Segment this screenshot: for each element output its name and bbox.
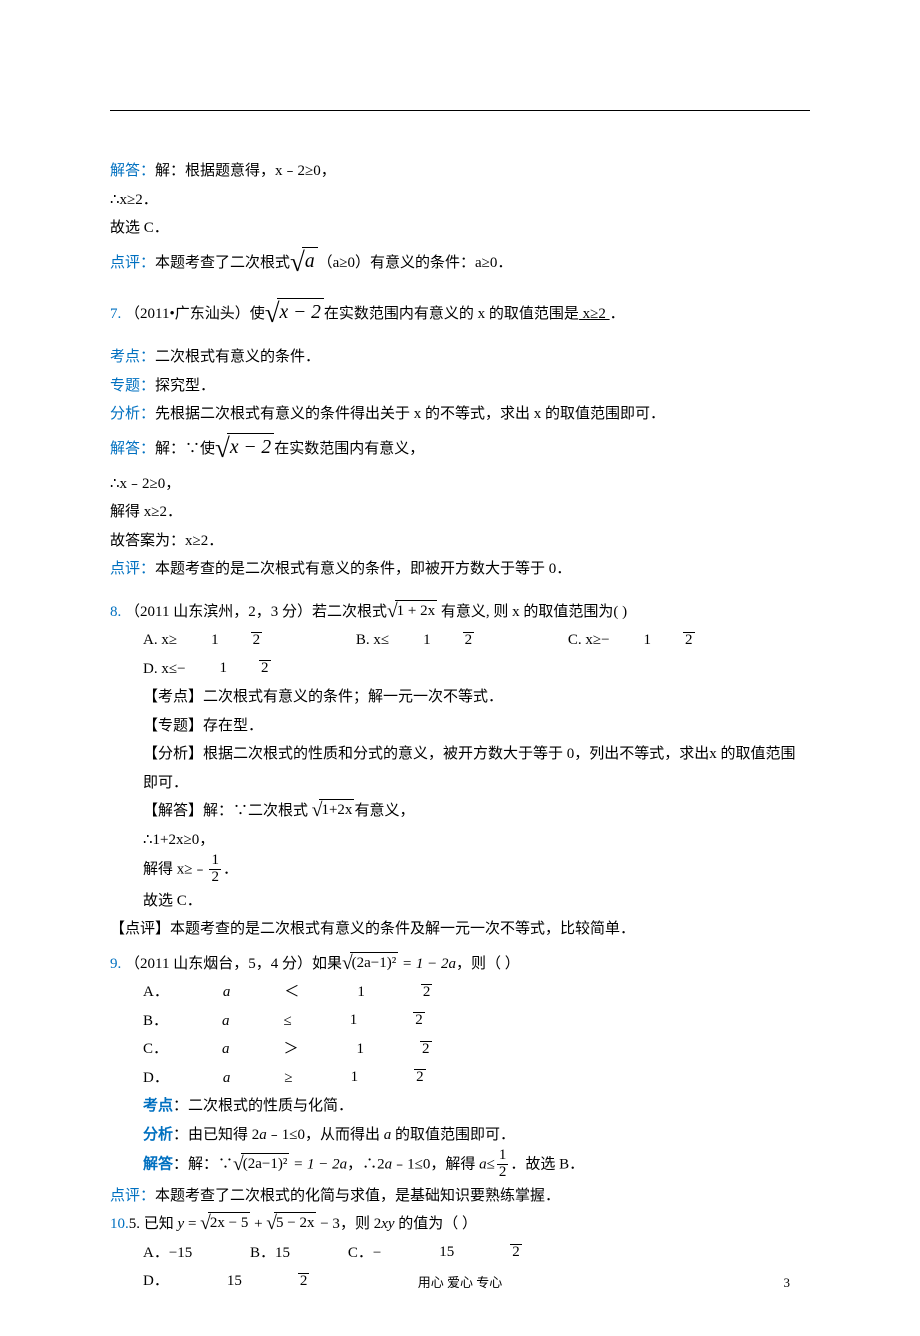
p9-opt-a: A．a＜12 <box>143 978 540 1007</box>
page-number: 3 <box>784 1271 791 1296</box>
p9-eq: = 1 − 2a <box>398 956 456 972</box>
p8-num: 8. <box>110 604 121 620</box>
p8-opt-c: C. x≥−12 <box>568 626 755 655</box>
p6-a3: 故选 C． <box>110 214 810 243</box>
p7-dp-text: 本题考查的是二次根式有意义的条件，即被开方数大于等于 0． <box>155 561 571 577</box>
sqrt-a-icon: √a <box>290 247 318 276</box>
p7-jd: 解答：解：∵使√x − 2在实数范围内有意义， <box>110 435 810 464</box>
p10-opt-b: B．15 <box>250 1239 290 1268</box>
p8-l1: 【考点】二次根式有意义的条件；解一元一次不等式． <box>110 683 810 712</box>
p7-num: 7. <box>110 306 121 322</box>
p10-stem: 10.5. 已知 y = √2x − 5 + √5 − 2x − 3，则 2xy… <box>110 1210 810 1239</box>
p7-zt-text: 探究型． <box>155 378 215 394</box>
label-fenxi: 分析： <box>110 406 155 422</box>
p8-l5: ∴1+2x≥0， <box>110 826 810 855</box>
page: 解答：解：根据题意得，x﹣2≥0， ∴x≥2． 故选 C． 点评：本题考查了二次… <box>0 0 920 1336</box>
p7-s3: 故答案为：x≥2． <box>110 527 810 556</box>
p9-opt-b: B．a≤12 <box>143 1007 533 1036</box>
p9-kd: 考点：二次根式的性质与化简． <box>110 1092 810 1121</box>
label-dianping: 点评： <box>110 1188 155 1204</box>
label-zhuanti: 专题： <box>110 378 155 394</box>
label-kaodian-bold: 考点 <box>143 1098 173 1114</box>
p9-dp: 点评：本题考查了二次根式的化简与求值，是基础知识要熟练掌握． <box>110 1182 810 1211</box>
p8-l3: 【分析】根据二次根式的性质和分式的意义，被开方数大于等于 0，列出不等式，求出x… <box>110 740 810 797</box>
p10-num: 10. <box>110 1216 129 1232</box>
p6-answer: 解答：解：根据题意得，x﹣2≥0， <box>110 157 810 186</box>
p9-sqrt2-icon: √(2a−1)² <box>233 1153 289 1174</box>
p10-opt-c: C．−152 <box>348 1239 630 1268</box>
p7-jd-t2: 在实数范围内有意义， <box>274 441 424 457</box>
p7-kd: 考点：二次根式有意义的条件． <box>110 343 810 372</box>
p7-stem: 7. （2011•广东汕头）使√x − 2在实数范围内有意义的 x 的取值范围是… <box>110 300 810 329</box>
label-dianping: 点评： <box>110 561 155 577</box>
p9-dp-text: 本题考查了二次根式的化简与求值，是基础知识要熟练掌握． <box>155 1188 560 1204</box>
p8-opt-a: A. x≥12 <box>143 626 322 655</box>
footer-text: 用心 爱心 专心 <box>418 1275 503 1290</box>
p8-opt-d: D. x≤−12 <box>143 655 331 684</box>
p9-src: （2011 山东烟台，5，4 分）如果 <box>121 956 342 972</box>
label-jieda: 解答： <box>110 163 155 179</box>
p7-s2: 解得 x≥2． <box>110 498 810 527</box>
footer: 用心 爱心 专心 3 <box>0 1271 920 1296</box>
p7-sqrt2-icon: √x − 2 <box>215 433 274 462</box>
p8-l2: 【专题】存在型． <box>110 712 810 741</box>
p9-opt-d: D．a≥12 <box>143 1064 534 1093</box>
p10-opt-a: A．−15 <box>143 1239 192 1268</box>
p8-l6: 解得 x≥﹣12． <box>110 854 810 887</box>
p7-period: ． <box>610 306 625 322</box>
p7-dp: 点评：本题考查的是二次根式有意义的条件，即被开方数大于等于 0． <box>110 555 810 584</box>
label-kaodian: 考点： <box>110 349 155 365</box>
frac-half: 12 <box>209 853 221 886</box>
p6-rev-a: 本题考查了二次根式 <box>155 255 290 271</box>
p10-sqrt1-icon: √2x − 5 <box>200 1212 250 1233</box>
label-dianping: 点评： <box>110 255 155 271</box>
p8-options: A. x≥12 B. x≤12 C. x≥−12 D. x≤−12 <box>110 626 810 683</box>
top-rule <box>110 110 810 111</box>
p6-rev-b: （a≥0）有意义的条件：a≥0． <box>318 255 513 271</box>
p10-sqrt2-icon: √5 − 2x <box>266 1212 316 1233</box>
label-fenxi-bold: 分析 <box>143 1127 173 1143</box>
p8-sqrt2-icon: √1+2x <box>312 799 355 820</box>
p7-fx: 分析：先根据二次根式有意义的条件得出关于 x 的不等式，求出 x 的取值范围即可… <box>110 400 810 429</box>
p8-stem: 8. （2011 山东滨州，2，3 分）若二次根式√1 + 2x 有意义, 则 … <box>110 598 810 627</box>
p7-s1: ∴x﹣2≥0， <box>110 470 810 499</box>
p9-num: 9. <box>110 956 121 972</box>
p9-jd: 解答：解：∵√(2a−1)² = 1 − 2a，∴2a﹣1≤0，解得 a≤12．… <box>110 1149 810 1182</box>
p7-zt: 专题：探究型． <box>110 372 810 401</box>
p8-dp: 【点评】本题考查的是二次根式有意义的条件及解一元一次不等式，比较简单． <box>110 915 810 944</box>
p8-src: （2011 山东滨州，2，3 分）若二次根式 <box>121 604 387 620</box>
p6-a2: ∴x≥2． <box>110 186 810 215</box>
label-jieda: 解答： <box>110 441 155 457</box>
p7-answer-blank: x≥2 <box>579 306 610 322</box>
p9-fx: 分析：由已知得 2a﹣1≤0，从而得出 a 的取值范围即可． <box>110 1121 810 1150</box>
p10-q: 5. 已知 <box>129 1216 178 1232</box>
p8-after: 有意义, 则 x 的取值范围为( ) <box>437 604 627 620</box>
label-jieda-bold: 解答 <box>143 1157 173 1173</box>
p9-stem: 9. （2011 山东烟台，5，4 分）如果√(2a−1)² = 1 − 2a，… <box>110 950 810 979</box>
p7-after: 在实数范围内有意义的 x 的取值范围是 <box>324 306 579 322</box>
p7-kd-text: 二次根式有意义的条件． <box>155 349 320 365</box>
p8-l4: 【解答】解：∵二次根式 √1+2x有意义， <box>110 797 810 826</box>
p7-jd-t1: 解：∵使 <box>155 441 215 457</box>
p9-sqrt-icon: √(2a−1)² <box>342 952 398 973</box>
p9-after: ，则（ ） <box>456 956 520 972</box>
p7-src: （2011•广东汕头）使 <box>121 306 264 322</box>
p8-sqrt-icon: √1 + 2x <box>387 600 437 621</box>
p9-opt-c: C．a＞12 <box>143 1035 540 1064</box>
p8-l7: 故选 C． <box>110 887 810 916</box>
p9-options: A．a＜12 B．a≤12 C．a＞12 D．a≥12 <box>110 978 810 1092</box>
p7-fx-text: 先根据二次根式有意义的条件得出关于 x 的不等式，求出 x 的取值范围即可． <box>155 406 665 422</box>
p6-a1-text: 解：根据题意得，x﹣2≥0， <box>155 163 336 179</box>
p7-sqrt-icon: √x − 2 <box>265 298 324 327</box>
p6-review: 点评：本题考查了二次根式√a（a≥0）有意义的条件：a≥0． <box>110 249 810 278</box>
p8-opt-b: B. x≤12 <box>356 626 534 655</box>
